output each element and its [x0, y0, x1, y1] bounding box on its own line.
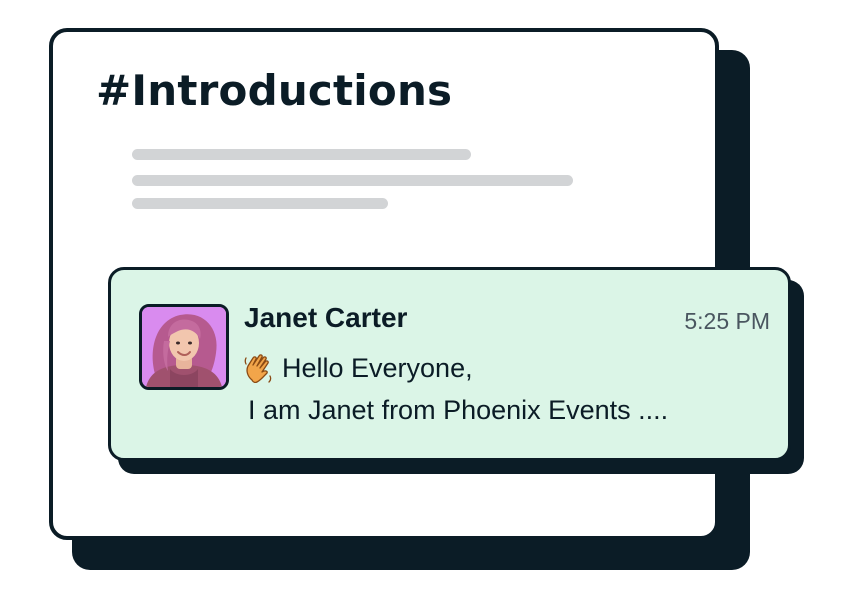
message-line-2: I am Janet from Phoenix Events ....	[248, 395, 669, 425]
message-line-1: Hello Everyone,	[244, 350, 473, 386]
message-author[interactable]: Janet Carter	[244, 300, 407, 336]
placeholder-text-line	[132, 175, 573, 186]
placeholder-text-line	[132, 149, 471, 160]
waving-hand-icon	[244, 354, 272, 384]
channel-title: #Introductions	[96, 66, 453, 115]
message-timestamp: 5:25 PM	[684, 308, 770, 334]
avatar[interactable]	[139, 304, 229, 390]
user-avatar-image	[142, 307, 226, 387]
message-card[interactable]: Janet Carter 5:25 PM Hello Everyone, I a…	[108, 267, 791, 461]
message-greeting: Hello Everyone,	[282, 353, 473, 383]
placeholder-text-line	[132, 198, 388, 209]
